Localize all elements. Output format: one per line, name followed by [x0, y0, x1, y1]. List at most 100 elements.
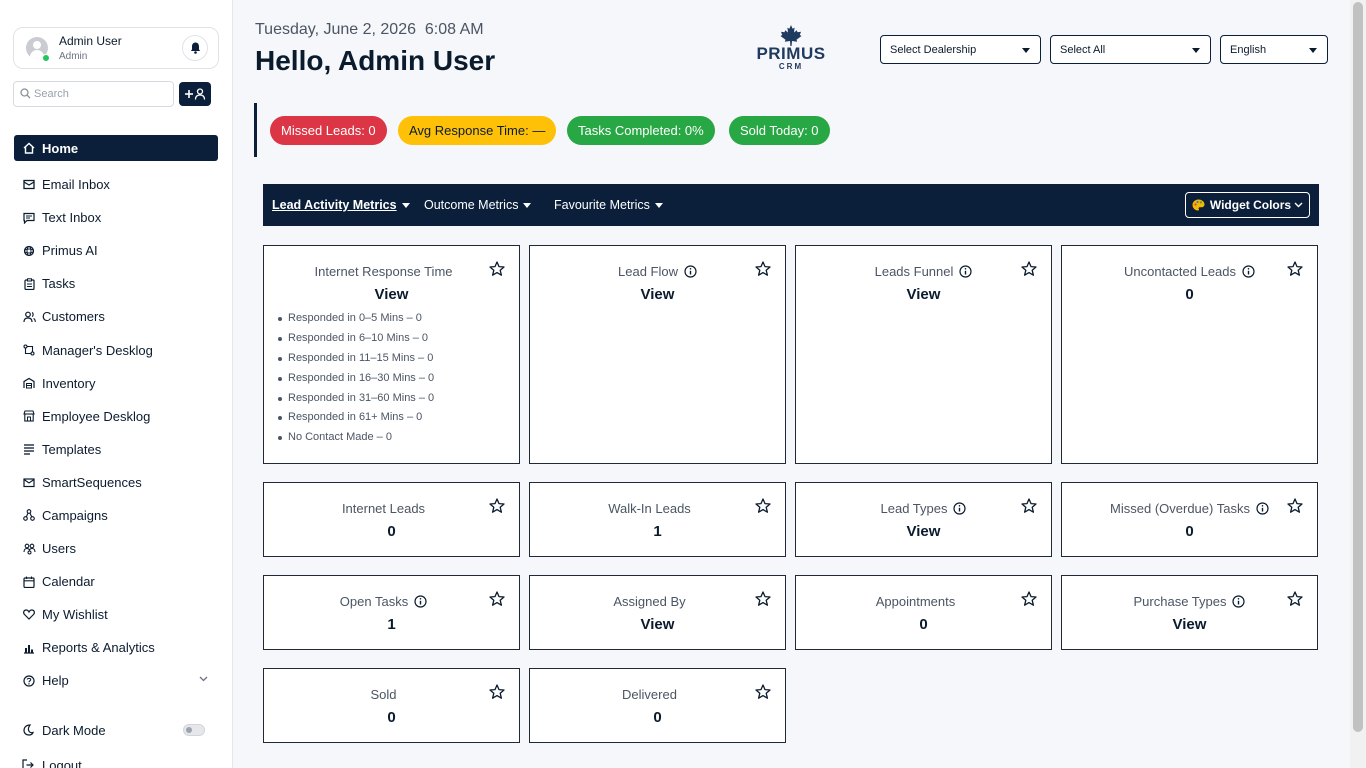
star-icon[interactable] [489, 591, 505, 606]
dealership-select[interactable]: Select Dealership [880, 35, 1041, 64]
heart-icon [23, 609, 35, 621]
missed-leads-badge[interactable]: Missed Leads: 0 [270, 116, 387, 145]
star-icon[interactable] [1021, 498, 1037, 513]
sidebar-item-primus-ai[interactable]: Primus AI [14, 234, 218, 267]
card-lead-flow[interactable]: Lead Flow View [529, 245, 786, 464]
card-value[interactable]: View [1062, 616, 1317, 633]
user-card[interactable]: Admin User Admin [13, 27, 219, 69]
user-name: Admin User [59, 34, 122, 48]
card-appointments[interactable]: Appointments 0 [795, 575, 1052, 650]
star-icon[interactable] [1021, 591, 1037, 606]
info-icon[interactable] [684, 265, 697, 278]
card-purchase-types[interactable]: Purchase Types View [1061, 575, 1318, 650]
sidebar-item-label: Inventory [42, 375, 96, 391]
language-select[interactable]: English [1220, 35, 1328, 64]
card-assigned-by[interactable]: Assigned By View [529, 575, 786, 650]
card-uncontacted-leads[interactable]: Uncontacted Leads 0 [1061, 245, 1318, 464]
card-sold[interactable]: Sold 0 [263, 668, 520, 743]
info-icon[interactable] [959, 265, 972, 278]
star-icon[interactable] [489, 498, 505, 513]
star-icon[interactable] [755, 498, 771, 513]
star-icon[interactable] [489, 261, 505, 276]
sidebar-item-label: Primus AI [42, 243, 98, 259]
filter-select[interactable]: Select All [1050, 35, 1211, 64]
card-title-text: Lead Types [880, 501, 948, 516]
star-icon[interactable] [755, 261, 771, 276]
card-value[interactable]: View [796, 523, 1051, 540]
card-title-text: Open Tasks [339, 594, 409, 609]
sidebar-item-tasks[interactable]: Tasks [14, 267, 218, 300]
card-title-text: Appointments [875, 594, 956, 609]
sold-today-badge[interactable]: Sold Today: 0 [729, 116, 830, 145]
info-icon[interactable] [1256, 502, 1269, 515]
star-icon[interactable] [1021, 261, 1037, 276]
card-value[interactable]: View [530, 616, 785, 633]
star-icon[interactable] [1287, 261, 1303, 276]
sidebar-item-email-inbox[interactable]: Email Inbox [14, 168, 218, 201]
card-internet-leads[interactable]: Internet Leads 0 [263, 482, 520, 557]
card-open-tasks[interactable]: Open Tasks 1 [263, 575, 520, 650]
card-title-text: Lead Flow [618, 264, 678, 279]
card-value: 1 [387, 616, 396, 633]
card-leads-funnel[interactable]: Leads Funnel View [795, 245, 1052, 464]
card-title-text: Purchase Types [1133, 594, 1227, 609]
card-lead-types[interactable]: Lead Types View [795, 482, 1052, 557]
sidebar-item-text-inbox[interactable]: Text Inbox [14, 201, 218, 234]
card-title: Assigned By [514, 594, 785, 609]
sidebar-item-label: Tasks [42, 276, 76, 292]
tab-outcome-metrics[interactable]: Outcome Metrics [424, 198, 532, 212]
card-title-text: Uncontacted Leads [1123, 264, 1237, 279]
card-value[interactable]: View [530, 286, 785, 303]
list-icon [24, 444, 34, 455]
sidebar-item-managers-desklog[interactable]: Manager's Desklog [14, 333, 218, 366]
sidebar-item-reports-analytics[interactable]: Reports & Analytics [14, 631, 218, 664]
page-scrollbar[interactable] [1350, 0, 1366, 768]
card-delivered[interactable]: Delivered 0 [529, 668, 786, 743]
star-icon[interactable] [1287, 498, 1303, 513]
widget-colors-button[interactable]: Widget Colors [1185, 192, 1310, 218]
scrollbar-thumb[interactable] [1353, 2, 1363, 732]
logo-sub: CRM [778, 62, 804, 71]
sidebar-item-templates[interactable]: Templates [14, 433, 218, 466]
card-internet-response-time[interactable]: Internet Response Time View Responded in… [263, 245, 520, 464]
sidebar-item-label: Manager's Desklog [42, 342, 153, 358]
sidebar-item-my-wishlist[interactable]: My Wishlist [14, 598, 218, 631]
info-icon[interactable] [414, 595, 427, 608]
star-icon[interactable] [1287, 591, 1303, 606]
card-title: Leads Funnel [796, 264, 1051, 279]
sidebar-item-customers[interactable]: Customers [14, 300, 218, 333]
sidebar-item-calendar[interactable]: Calendar [14, 565, 218, 598]
info-icon[interactable] [953, 502, 967, 515]
card-missed-overdue-tasks[interactable]: Missed (Overdue) Tasks 0 [1061, 482, 1318, 557]
caret-down-icon [401, 202, 410, 208]
logout-button[interactable]: Logout [14, 752, 218, 768]
sidebar-item-users[interactable]: Users [14, 532, 218, 565]
dark-mode-label: Dark Mode [42, 722, 106, 738]
sidebar-item-inventory[interactable]: Inventory [14, 367, 218, 400]
star-icon[interactable] [755, 684, 771, 699]
info-icon[interactable] [1232, 595, 1246, 608]
tab-favourite-metrics[interactable]: Favourite Metrics [554, 198, 663, 212]
sidebar-item-home[interactable]: Home [14, 135, 218, 161]
sidebar-item-campaigns[interactable]: Campaigns [14, 499, 218, 532]
add-user-button[interactable] [179, 82, 211, 106]
card-walk-in-leads[interactable]: Walk-In Leads 1 [529, 482, 786, 557]
search-input[interactable] [34, 85, 169, 103]
tab-lead-activity-metrics[interactable]: Lead Activity Metrics [272, 198, 410, 212]
info-icon[interactable] [1242, 265, 1255, 278]
avg-response-badge[interactable]: Avg Response Time: — [398, 116, 557, 145]
notifications-button[interactable] [182, 35, 208, 61]
tasks-completed-badge[interactable]: Tasks Completed: 0% [567, 116, 715, 145]
card-value[interactable]: View [264, 286, 519, 303]
sidebar-item-label: Reports & Analytics [42, 640, 155, 656]
sidebar-item-help[interactable]: Help [14, 664, 218, 697]
star-icon[interactable] [755, 591, 771, 606]
card-title: Missed (Overdue) Tasks [1062, 501, 1317, 516]
user-role: Admin [59, 51, 88, 62]
sidebar-item-smartsequences[interactable]: SmartSequences [14, 466, 218, 499]
star-icon[interactable] [489, 684, 505, 699]
card-value[interactable]: View [796, 286, 1051, 303]
sidebar-item-employee-desklog[interactable]: Employee Desklog [14, 400, 218, 433]
dark-mode-toggle[interactable] [183, 724, 205, 736]
online-status-dot [42, 54, 50, 62]
